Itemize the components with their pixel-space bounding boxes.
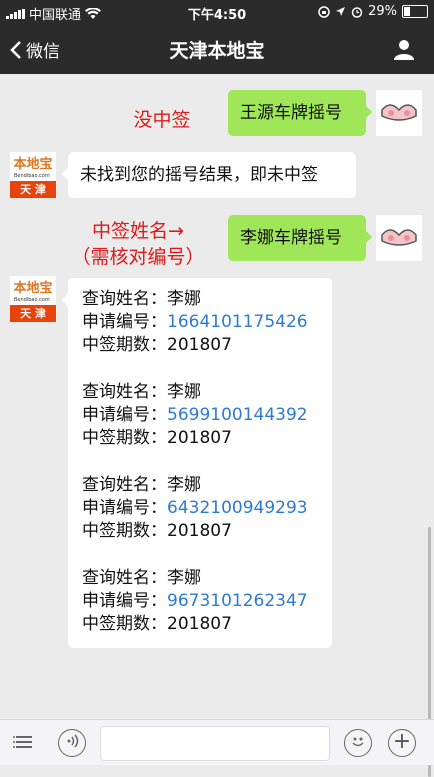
result-row: 查询姓名：李娜: [82, 288, 320, 311]
logo-mini-text: Bendibao.com: [14, 173, 50, 179]
menu-icon[interactable]: [10, 729, 38, 757]
result-row: 中签期数：201807: [82, 334, 320, 357]
result-value: 李娜: [167, 475, 201, 495]
bot-avatar-2[interactable]: 本地宝 Bendibao.com 天 津: [10, 276, 56, 322]
user-avatar-image: [376, 90, 422, 136]
result-label: 查询姓名：: [82, 568, 167, 588]
bendibao-logo: 本地宝 Bendibao.com 天 津: [10, 152, 56, 198]
result-row: 中签期数：201807: [82, 520, 320, 543]
rotation-lock-icon: [318, 5, 330, 18]
logo-mini-text-2: Bendibao.com: [14, 297, 50, 303]
result-label: 申请编号：: [82, 591, 167, 611]
result-label: 中签期数：: [82, 614, 167, 634]
result-row: 查询姓名：李娜: [82, 381, 320, 404]
result-label: 申请编号：: [82, 498, 167, 518]
result-label: 中签期数：: [82, 428, 167, 448]
result-item: 查询姓名：李娜 申请编号：9673101262347 中签期数：201807: [82, 567, 320, 636]
message-input[interactable]: [100, 726, 330, 761]
result-row: 查询姓名：李娜: [82, 474, 320, 497]
result-value: 李娜: [167, 289, 201, 309]
annotation-line-2: （需核对编号）: [71, 246, 205, 268]
bot-message-bubble[interactable]: 未找到您的摇号结果，即未中签: [62, 152, 356, 198]
result-label: 中签期数：: [82, 521, 167, 541]
add-icon[interactable]: +: [388, 729, 416, 757]
result-label: 查询姓名：: [82, 382, 167, 402]
user-avatar-2[interactable]: [376, 215, 422, 261]
result-item: 查询姓名：李娜 申请编号：1664101175426 中签期数：201807: [82, 288, 320, 357]
emoji-icon[interactable]: [344, 729, 372, 757]
logo-bottom-text-2: 天 津: [10, 305, 56, 322]
result-value: 201807: [167, 428, 232, 448]
bendibao-logo-2: 本地宝 Bendibao.com 天 津: [10, 276, 56, 322]
page-title: 天津本地宝: [169, 40, 265, 62]
nav-bar: 微信 天津本地宝: [0, 24, 434, 74]
user-avatar-image-2: [376, 215, 422, 261]
result-item: 查询姓名：李娜 申请编号：6432100949293 中签期数：201807: [82, 474, 320, 543]
annotation-line-1: 中签姓名→: [92, 220, 184, 242]
voice-icon[interactable]: [58, 729, 86, 757]
result-label: 申请编号：: [82, 405, 167, 425]
result-label: 查询姓名：: [82, 475, 167, 495]
results-list: 查询姓名：李娜 申请编号：1664101175426 中签期数：201807 查询姓名…: [82, 288, 320, 636]
application-number-link[interactable]: 6432100949293: [167, 498, 308, 518]
result-row: 申请编号：9673101262347: [82, 590, 320, 613]
battery-percent: 29%: [368, 4, 397, 19]
result-row: 申请编号：6432100949293: [82, 497, 320, 520]
result-value: 李娜: [167, 568, 201, 588]
user-message-bubble-2[interactable]: 李娜车牌摇号: [228, 215, 372, 261]
location-icon: [336, 7, 346, 16]
annotation-selected: 中签姓名→ （需核对编号）: [58, 218, 218, 270]
user-message-bubble[interactable]: 王源车牌摇号: [228, 90, 372, 136]
annotation-not-selected: 没中签: [133, 109, 191, 131]
input-toolbar: +: [0, 719, 434, 765]
user-avatar[interactable]: [376, 90, 422, 136]
result-label: 中签期数：: [82, 335, 167, 355]
logo-bottom-text: 天 津: [10, 181, 56, 198]
chat-area: 没中签 王源车牌摇号 本地宝 Bendibao.com 天 津 未找到您的摇号结…: [0, 74, 434, 777]
bot-avatar[interactable]: 本地宝 Bendibao.com 天 津: [10, 152, 56, 198]
result-row: 中签期数：201807: [82, 427, 320, 450]
results-bubble[interactable]: 查询姓名：李娜 申请编号：1664101175426 中签期数：201807 查询姓名…: [62, 278, 332, 648]
application-number-link[interactable]: 9673101262347: [167, 591, 308, 611]
result-row: 申请编号：5699100144392: [82, 404, 320, 427]
result-label: 查询姓名：: [82, 289, 167, 309]
status-bar: 中国联通 下午4:50 29%: [0, 0, 434, 24]
profile-icon[interactable]: [392, 37, 416, 61]
battery-icon: [402, 5, 428, 18]
result-value: 201807: [167, 335, 232, 355]
result-row: 中签期数：201807: [82, 613, 320, 636]
result-value: 李娜: [167, 382, 201, 402]
application-number-link[interactable]: 1664101175426: [167, 312, 308, 332]
result-value: 201807: [167, 521, 232, 541]
result-item: 查询姓名：李娜 申请编号：5699100144392 中签期数：201807: [82, 381, 320, 450]
alarm-icon: [351, 6, 363, 18]
result-value: 201807: [167, 614, 232, 634]
result-row: 查询姓名：李娜: [82, 567, 320, 590]
application-number-link[interactable]: 5699100144392: [167, 405, 308, 425]
result-row: 申请编号：1664101175426: [82, 311, 320, 334]
result-label: 申请编号：: [82, 312, 167, 332]
